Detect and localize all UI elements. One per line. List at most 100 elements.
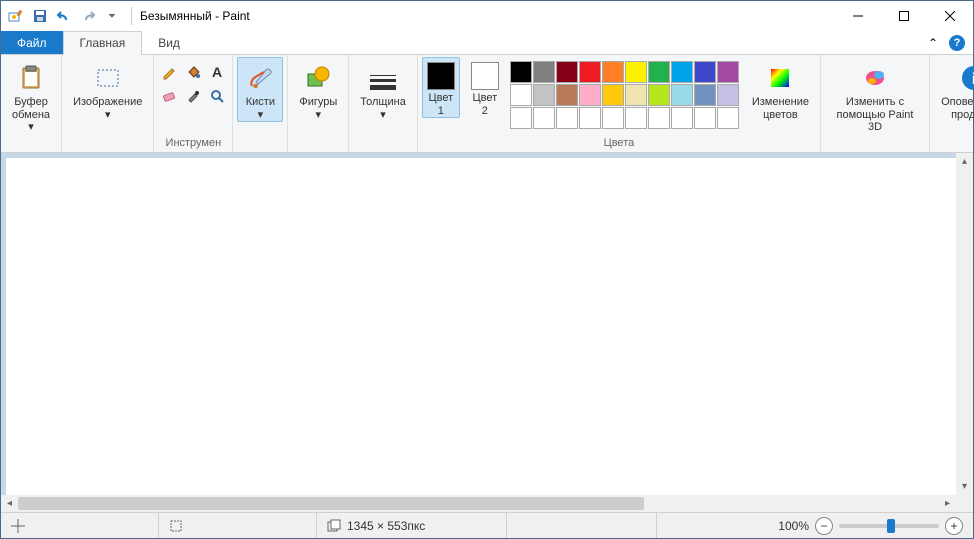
- palette-color[interactable]: [717, 61, 739, 83]
- color-palette: [510, 57, 739, 129]
- palette-color[interactable]: [671, 84, 693, 106]
- text-tool[interactable]: A: [206, 61, 228, 83]
- palette-color[interactable]: [694, 84, 716, 106]
- palette-empty[interactable]: [694, 107, 716, 129]
- separator: [131, 7, 132, 25]
- picker-tool[interactable]: [182, 85, 204, 107]
- brushes-button[interactable]: Кисти ▾: [237, 57, 283, 122]
- palette-color[interactable]: [648, 84, 670, 106]
- color1-button[interactable]: Цвет 1: [422, 57, 460, 118]
- palette-color[interactable]: [533, 61, 555, 83]
- group-tools: A Инструмен: [154, 55, 233, 152]
- color2-button[interactable]: Цвет 2: [466, 57, 504, 118]
- canvas[interactable]: [6, 158, 956, 495]
- tab-file[interactable]: Файл: [1, 31, 63, 54]
- clipboard-icon: [15, 62, 47, 94]
- paint3d-icon: [859, 62, 891, 94]
- dimensions-icon: [327, 519, 341, 533]
- palette-empty[interactable]: [717, 107, 739, 129]
- group-colors: Цвет 1 Цвет 2 Изменение цветов Цвета: [418, 55, 821, 152]
- info-icon: i: [958, 62, 974, 94]
- zoom-in-button[interactable]: +: [945, 517, 963, 535]
- palette-color[interactable]: [625, 61, 647, 83]
- palette-color[interactable]: [625, 84, 647, 106]
- scroll-left-icon[interactable]: ◂: [1, 495, 18, 512]
- scroll-thumb[interactable]: [18, 497, 644, 510]
- scrollbar-vertical[interactable]: ▴ ▾: [956, 153, 973, 495]
- zoom-thumb[interactable]: [887, 519, 895, 533]
- scroll-right-icon[interactable]: ▸: [939, 495, 956, 512]
- zoom-controls: 100% − +: [768, 517, 973, 535]
- magnify-tool[interactable]: [206, 85, 228, 107]
- statusbar: 1345 × 553пкс 100% − +: [1, 512, 973, 538]
- paint-window: ⏷ Безымянный - Paint Файл Главная Вид ⌃ …: [0, 0, 974, 539]
- scroll-up-icon[interactable]: ▴: [956, 153, 973, 170]
- group-image: Изображение ▾: [62, 55, 154, 152]
- palette-empty[interactable]: [671, 107, 693, 129]
- group-brushes: Кисти ▾: [233, 55, 288, 152]
- clipboard-button[interactable]: Буфер обмена ▾: [5, 57, 57, 135]
- help-icon[interactable]: ?: [949, 35, 965, 51]
- select-icon: [92, 62, 124, 94]
- color2-swatch: [471, 62, 499, 90]
- palette-color[interactable]: [556, 61, 578, 83]
- palette-color[interactable]: [533, 84, 555, 106]
- ribbon: Буфер обмена ▾ Изображение ▾: [1, 55, 973, 153]
- ribbon-tabs: Файл Главная Вид ⌃ ?: [1, 31, 973, 55]
- palette-color[interactable]: [671, 61, 693, 83]
- palette-empty[interactable]: [510, 107, 532, 129]
- image-select-button[interactable]: Изображение ▾: [66, 57, 149, 122]
- palette-color[interactable]: [510, 61, 532, 83]
- palette-color[interactable]: [648, 61, 670, 83]
- qat-dropdown-icon[interactable]: ⏷: [101, 5, 123, 27]
- paint3d-button[interactable]: Изменить с помощью Paint 3D: [825, 57, 925, 135]
- svg-text:A: A: [212, 64, 222, 80]
- brush-icon: [244, 62, 276, 94]
- tools-label: Инструмен: [166, 135, 222, 152]
- minimize-button[interactable]: [835, 1, 881, 31]
- pencil-tool[interactable]: [158, 61, 180, 83]
- window-title: Безымянный - Paint: [140, 9, 250, 23]
- maximize-button[interactable]: [881, 1, 927, 31]
- palette-color[interactable]: [579, 84, 601, 106]
- palette-color[interactable]: [510, 84, 532, 106]
- app-icon[interactable]: [5, 5, 27, 27]
- shapes-button[interactable]: Фигуры ▾: [292, 57, 344, 122]
- save-icon[interactable]: [29, 5, 51, 27]
- palette-empty[interactable]: [579, 107, 601, 129]
- thickness-icon: [367, 62, 399, 94]
- scrollbar-horizontal[interactable]: ◂ ▸: [1, 495, 956, 512]
- group-paint3d: Изменить с помощью Paint 3D: [821, 55, 930, 152]
- palette-color[interactable]: [556, 84, 578, 106]
- close-button[interactable]: [927, 1, 973, 31]
- scroll-down-icon[interactable]: ▾: [956, 478, 973, 495]
- selection-icon: [169, 519, 183, 533]
- zoom-out-button[interactable]: −: [815, 517, 833, 535]
- collapse-ribbon-icon[interactable]: ⌃: [925, 35, 941, 51]
- palette-color[interactable]: [602, 61, 624, 83]
- color-wheel-icon: [764, 62, 796, 94]
- palette-empty[interactable]: [648, 107, 670, 129]
- palette-color[interactable]: [579, 61, 601, 83]
- edit-colors-button[interactable]: Изменение цветов: [745, 57, 816, 122]
- zoom-slider[interactable]: [839, 524, 939, 528]
- palette-color[interactable]: [602, 84, 624, 106]
- status-dimensions: 1345 × 553пкс: [317, 513, 507, 538]
- titlebar: ⏷ Безымянный - Paint: [1, 1, 973, 31]
- palette-empty[interactable]: [533, 107, 555, 129]
- palette-empty[interactable]: [625, 107, 647, 129]
- group-shapes: Фигуры ▾: [288, 55, 349, 152]
- tab-home[interactable]: Главная: [63, 31, 143, 55]
- undo-icon[interactable]: [53, 5, 75, 27]
- palette-color[interactable]: [694, 61, 716, 83]
- palette-empty[interactable]: [556, 107, 578, 129]
- redo-icon[interactable]: [77, 5, 99, 27]
- tab-view[interactable]: Вид: [142, 31, 196, 54]
- palette-color[interactable]: [717, 84, 739, 106]
- product-alert-button[interactable]: i Оповещение продукта: [934, 57, 974, 122]
- shapes-icon: [302, 62, 334, 94]
- eraser-tool[interactable]: [158, 85, 180, 107]
- palette-empty[interactable]: [602, 107, 624, 129]
- fill-tool[interactable]: [182, 61, 204, 83]
- thickness-button[interactable]: Толщина ▾: [353, 57, 413, 122]
